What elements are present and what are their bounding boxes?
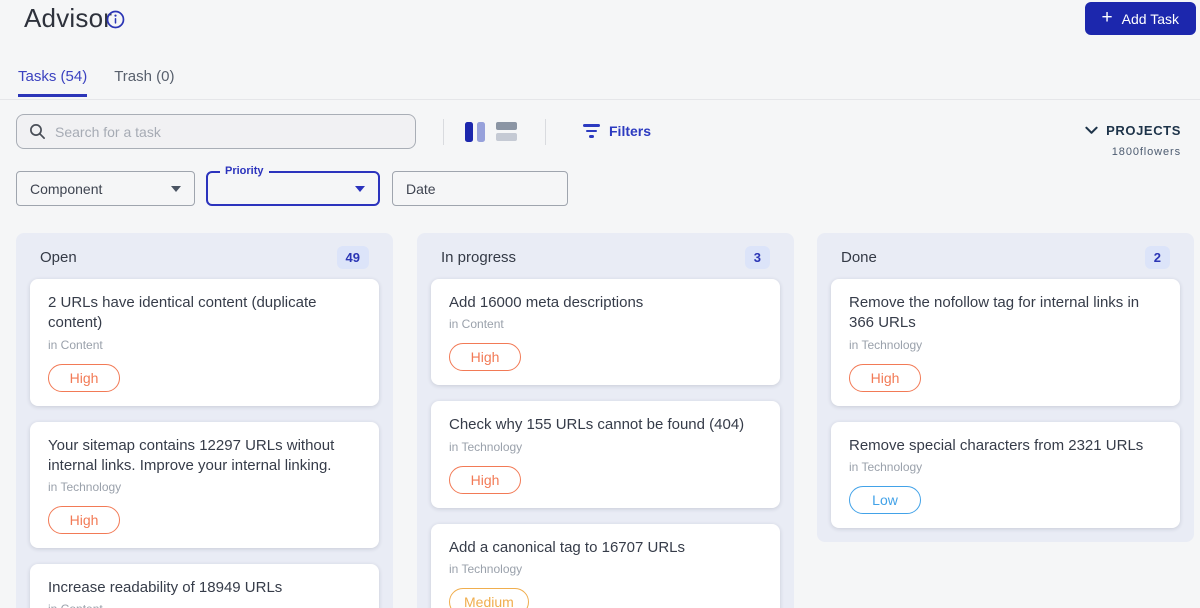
kanban-board: Open 49 2 URLs have identical content (d…: [0, 233, 1200, 608]
task-title: Increase readability of 18949 URLs: [48, 579, 283, 596]
kanban-column: In progress 3 Add 16000 meta description…: [417, 233, 794, 608]
tab-bar: Tasks (54) Trash (0): [18, 68, 174, 97]
task-card[interactable]: Remove the nofollow tag for internal lin…: [831, 279, 1180, 406]
task-card[interactable]: Add 16000 meta descriptions in Content H…: [431, 279, 780, 386]
component-filter-dropdown[interactable]: Component: [16, 171, 195, 206]
toolbar-divider: [545, 119, 546, 145]
add-task-button[interactable]: + Add Task: [1084, 2, 1196, 35]
column-title: In progress: [441, 248, 517, 266]
filters-label: Filters: [609, 123, 652, 139]
filter-icon: [583, 124, 600, 138]
task-priority-badge: Medium: [449, 587, 529, 608]
projects-dropdown[interactable]: PROJECTS: [1085, 123, 1181, 138]
column-header: In progress 3: [431, 245, 780, 269]
task-title: Remove the nofollow tag for internal lin…: [849, 294, 1140, 332]
column-title: Open: [40, 248, 77, 266]
caret-down-icon: [171, 185, 181, 192]
column-header: Done 2: [831, 245, 1180, 269]
toolbar-divider: [443, 119, 444, 145]
task-priority-badge: High: [449, 465, 521, 494]
filters-button[interactable]: Filters: [583, 123, 651, 139]
task-title: 2 URLs have identical content (duplicate…: [48, 294, 317, 332]
task-card[interactable]: Increase readability of 18949 URLs in Co…: [30, 564, 379, 608]
task-card[interactable]: Add a canonical tag to 16707 URLs in Tec…: [431, 523, 780, 608]
task-priority-badge: Low: [849, 485, 921, 514]
plus-icon: +: [1101, 7, 1113, 28]
task-card[interactable]: 2 URLs have identical content (duplicate…: [30, 279, 379, 406]
chevron-down-icon: [1085, 126, 1098, 135]
page-title: Advisor: [24, 3, 113, 33]
task-priority-badge: High: [849, 363, 921, 392]
kanban-column: Open 49 2 URLs have identical content (d…: [16, 233, 393, 608]
kanban-column: Done 2 Remove the nofollow tag for inter…: [817, 233, 1194, 542]
task-card[interactable]: Remove special characters from 2321 URLs…: [831, 421, 1180, 528]
task-card[interactable]: Check why 155 URLs cannot be found (404)…: [431, 401, 780, 508]
task-category: in Content: [48, 602, 361, 608]
column-count-badge: 2: [1144, 245, 1170, 269]
task-title: Add 16000 meta descriptions: [449, 294, 644, 311]
list-view-icon[interactable]: [496, 122, 517, 141]
add-task-label: Add Task: [1121, 10, 1179, 27]
task-priority-badge: High: [48, 363, 120, 392]
priority-filter-label: Priority: [220, 165, 269, 177]
date-filter-label: Date: [406, 180, 436, 197]
column-cards: Add 16000 meta descriptions in Content H…: [431, 279, 780, 608]
task-title: Add a canonical tag to 16707 URLs: [449, 538, 685, 556]
projects-label: PROJECTS: [1106, 123, 1181, 138]
task-category: in Technology: [449, 439, 523, 454]
date-filter-field[interactable]: Date: [392, 171, 568, 206]
task-priority-badge: High: [48, 506, 120, 534]
task-category: in Technology: [849, 337, 923, 352]
column-count-badge: 3: [744, 245, 770, 269]
project-name: 1800flowers: [1111, 146, 1181, 158]
task-card[interactable]: Your sitemap contains 12297 URLs without…: [30, 421, 379, 548]
info-icon[interactable]: [106, 10, 125, 29]
tab-trash[interactable]: Trash (0): [114, 68, 174, 97]
column-count-badge: 49: [336, 245, 369, 269]
task-search: [16, 114, 416, 149]
caret-down-icon: [355, 185, 365, 192]
search-input[interactable]: [55, 123, 403, 140]
task-category: in Technology: [48, 480, 122, 494]
task-title: Remove special characters from 2321 URLs: [849, 436, 1144, 454]
kanban-view-icon[interactable]: [465, 122, 485, 142]
column-header: Open 49: [30, 245, 379, 269]
task-category: in Content: [48, 337, 103, 352]
column-cards: 2 URLs have identical content (duplicate…: [30, 279, 379, 608]
task-category: in Technology: [849, 459, 923, 474]
component-filter-label: Component: [30, 180, 103, 197]
column-cards: Remove the nofollow tag for internal lin…: [831, 279, 1180, 528]
tab-tasks[interactable]: Tasks (54): [18, 68, 88, 97]
priority-filter-dropdown[interactable]: Priority: [206, 165, 380, 206]
search-icon: [29, 123, 46, 140]
task-priority-badge: High: [449, 343, 521, 372]
task-category: in Technology: [449, 561, 523, 576]
task-title: Your sitemap contains 12297 URLs without…: [48, 436, 335, 474]
advisor-app: Advisor + Add Task Tasks (54) Trash (0) …: [0, 0, 1200, 608]
tabs-divider: [0, 99, 1200, 100]
column-title: Done: [841, 248, 877, 266]
task-category: in Content: [449, 317, 504, 332]
task-title: Check why 155 URLs cannot be found (404): [449, 416, 745, 434]
